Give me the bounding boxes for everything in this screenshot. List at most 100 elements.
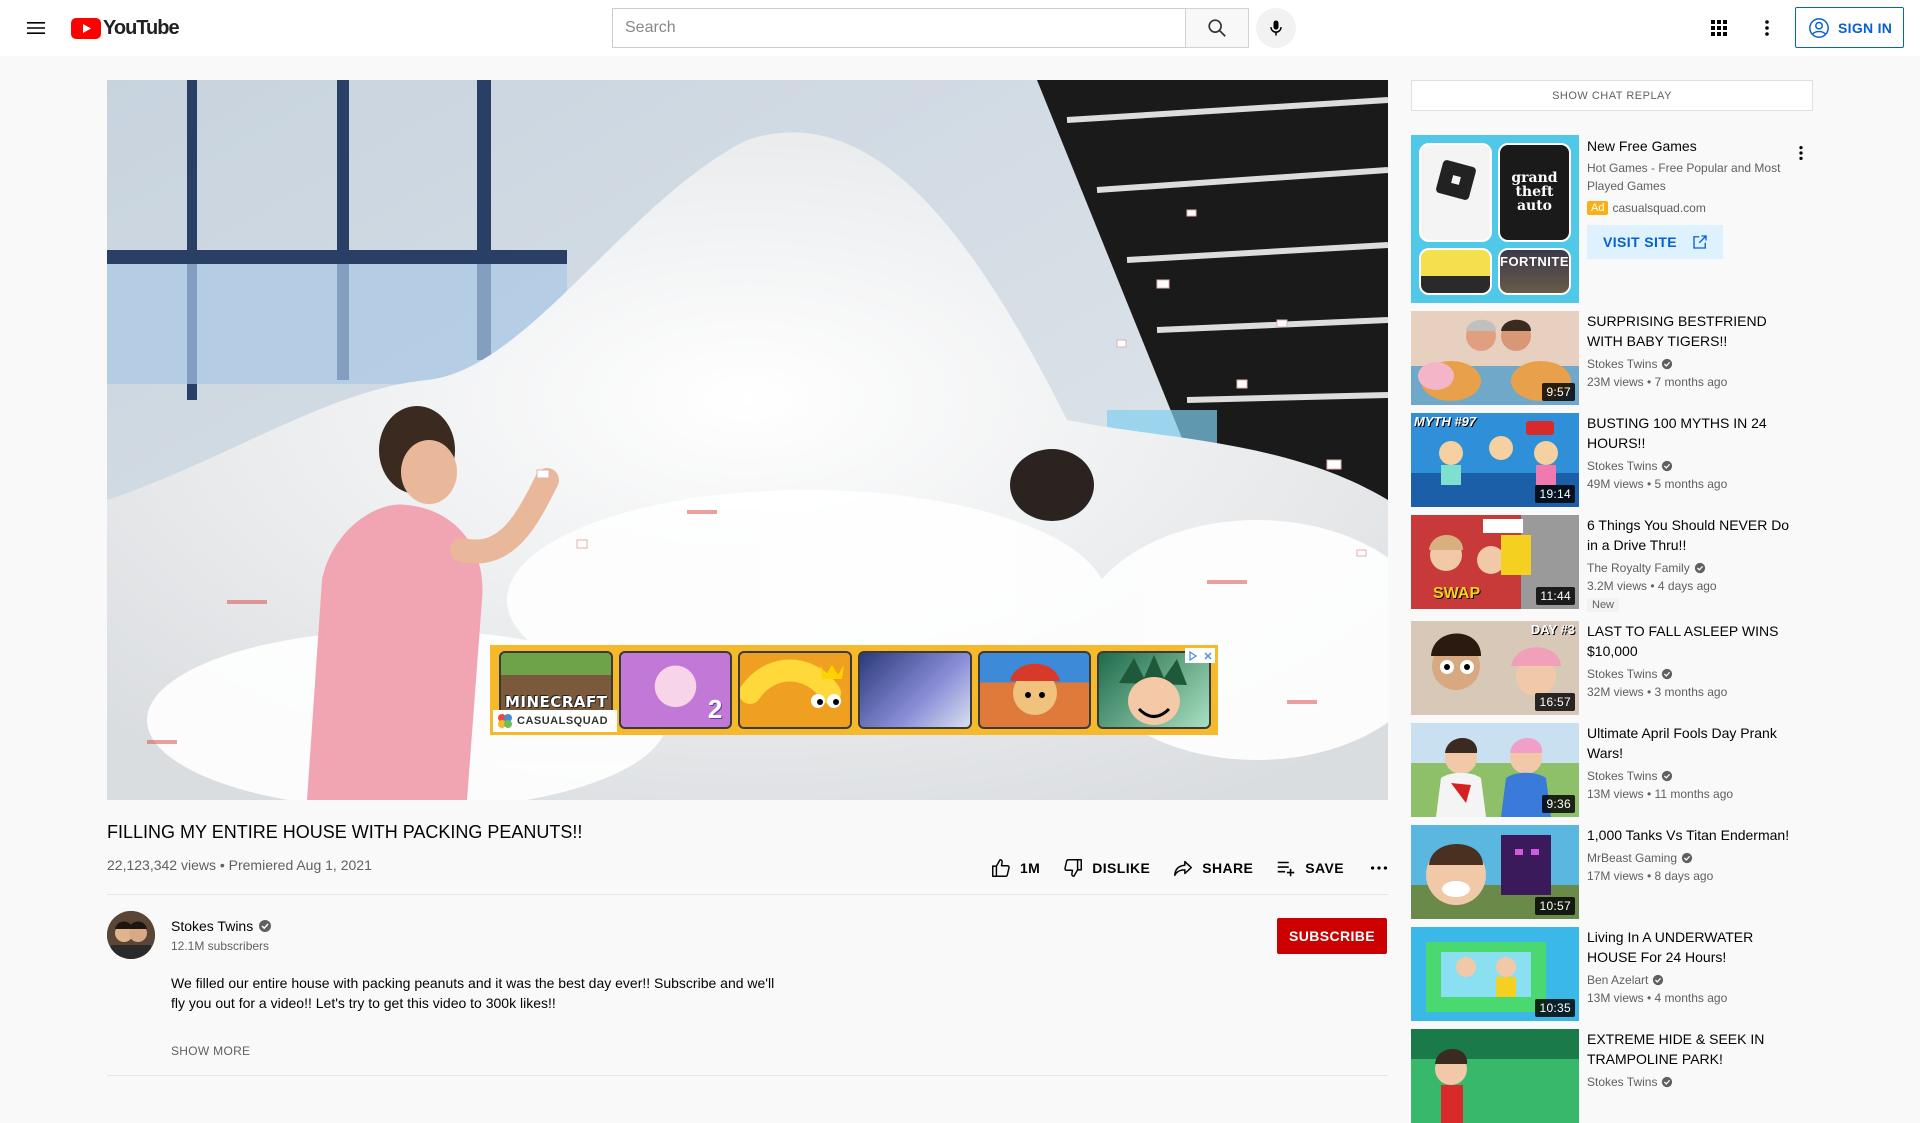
verified-badge-icon <box>1662 770 1673 782</box>
video-thumbnail[interactable]: MYTH #97 19:14 <box>1411 413 1579 507</box>
channel-name[interactable]: Stokes Twins <box>171 918 272 934</box>
recommended-video[interactable]: 10:57 1,000 Tanks Vs Titan Enderman! MrB… <box>1411 825 1813 919</box>
verified-badge-icon <box>1662 358 1673 370</box>
visit-site-button[interactable]: VISIT SITE <box>1587 225 1724 259</box>
recommended-video[interactable]: EXTREME HIDE & SEEK IN TRAMPOLINE PARK! … <box>1411 1029 1813 1123</box>
recommended-video[interactable]: 9:57 SURPRISING BESTFRIEND WITH BABY TIG… <box>1411 311 1813 405</box>
video-title[interactable]: 6 Things You Should NEVER Do in a Drive … <box>1587 515 1799 555</box>
video-thumbnail[interactable]: 10:57 <box>1411 825 1579 919</box>
video-title[interactable]: LAST TO FALL ASLEEP WINS $10,000 <box>1587 621 1799 661</box>
video-thumbnail[interactable]: DAY #3 16:57 <box>1411 621 1579 715</box>
channel-avatar[interactable] <box>107 911 155 959</box>
verified-badge-icon <box>1662 668 1673 680</box>
ad-tile-fantasy[interactable] <box>858 651 972 729</box>
recommended-video[interactable]: 9:36 Ultimate April Fools Day Prank Wars… <box>1411 723 1813 817</box>
channel-name[interactable]: Stokes Twins <box>1587 1073 1799 1091</box>
sign-in-button[interactable]: SIGN IN <box>1795 7 1904 48</box>
sidebar-ad-card[interactable]: grand theft auto FORTNITE New Free Games… <box>1411 135 1813 303</box>
settings-menu-button[interactable] <box>1751 12 1783 44</box>
channel-name[interactable]: MrBeast Gaming <box>1587 849 1799 867</box>
video-title[interactable]: Living In A UNDERWATER HOUSE For 24 Hour… <box>1587 927 1799 967</box>
share-button[interactable]: SHARE <box>1172 857 1253 879</box>
dislike-button[interactable]: DISLIKE <box>1062 857 1150 879</box>
video-duration: 10:35 <box>1535 999 1575 1017</box>
channel-name[interactable]: Stokes Twins <box>1587 355 1799 373</box>
recommended-video[interactable]: SWAP 11:44 6 Things You Should NEVER Do … <box>1411 515 1813 612</box>
video-thumbnail[interactable] <box>1411 1029 1579 1123</box>
video-meta: 49M views • 5 months ago <box>1587 477 1728 491</box>
channel-name[interactable]: Stokes Twins <box>1587 665 1799 683</box>
search-box <box>612 8 1185 48</box>
microphone-icon <box>1270 20 1282 36</box>
search-button[interactable] <box>1185 8 1249 48</box>
video-player[interactable]: MINECRAFT 2 CASUALSQUAD <box>107 80 1388 800</box>
channel-name[interactable]: Stokes Twins <box>1587 457 1799 475</box>
video-thumbnail[interactable]: 9:57 <box>1411 311 1579 405</box>
ad-tile-talking-angela[interactable]: 2 <box>618 651 733 729</box>
share-arrow-icon <box>1174 860 1193 877</box>
channel-name[interactable]: The Royalty Family <box>1587 559 1799 577</box>
video-duration: 9:57 <box>1542 383 1575 401</box>
subscribe-button[interactable]: SUBSCRIBE <box>1277 918 1387 954</box>
video-details: EXTREME HIDE & SEEK IN TRAMPOLINE PARK! … <box>1587 1029 1799 1091</box>
roblox-logo-icon <box>1436 160 1476 200</box>
apps-grid-icon <box>1711 20 1727 36</box>
account-circle-icon <box>1809 17 1829 38</box>
video-details: BUSTING 100 MYTHS IN 24 HOURS!! Stokes T… <box>1587 413 1799 493</box>
guide-menu-button[interactable] <box>20 12 52 44</box>
youtube-play-logo-icon <box>71 17 101 39</box>
video-title[interactable]: EXTREME HIDE & SEEK IN TRAMPOLINE PARK! <box>1587 1029 1799 1069</box>
like-count: 1M <box>1020 860 1041 876</box>
video-meta: 13M views • 4 months ago <box>1587 991 1728 1005</box>
video-thumbnail[interactable]: 9:36 <box>1411 723 1579 817</box>
snake-game-art <box>740 659 845 708</box>
video-details: LAST TO FALL ASLEEP WINS $10,000 Stokes … <box>1587 621 1799 701</box>
video-title[interactable]: SURPRISING BESTFRIEND WITH BABY TIGERS!! <box>1587 311 1799 351</box>
sidebar-ad-title[interactable]: New Free Games <box>1587 137 1787 155</box>
ad-close-controls[interactable] <box>1185 648 1215 663</box>
verified-badge-icon <box>259 920 272 932</box>
casualsquad-label: CASUALSQUAD <box>517 715 609 727</box>
save-button[interactable]: SAVE <box>1275 857 1344 879</box>
video-thumbnail[interactable]: SWAP 11:44 <box>1411 515 1579 609</box>
sidebar-ad-domain-row: Ad casualsquad.com <box>1587 201 1787 215</box>
channel-name-text: Stokes Twins <box>1587 667 1658 681</box>
fortnite-tile: FORTNITE <box>1498 247 1571 295</box>
channel-name[interactable]: Ben Azelart <box>1587 971 1799 989</box>
ad-tile-subway-surfers[interactable] <box>977 651 1092 729</box>
like-button[interactable]: 1M <box>990 857 1040 879</box>
masthead: YouTube SIGN IN <box>0 0 1920 56</box>
video-title[interactable]: Ultimate April Fools Day Prank Wars! <box>1587 723 1799 763</box>
video-title: FILLING MY ENTIRE HOUSE WITH PACKING PEA… <box>107 822 583 842</box>
video-title[interactable]: BUSTING 100 MYTHS IN 24 HOURS!! <box>1587 413 1799 453</box>
show-chat-replay-button[interactable]: SHOW CHAT REPLAY <box>1411 80 1813 111</box>
video-title[interactable]: 1,000 Tanks Vs Titan Enderman! <box>1587 825 1799 845</box>
video-thumbnail[interactable]: 10:35 <box>1411 927 1579 1021</box>
recommended-video[interactable]: DAY #3 16:57 LAST TO FALL ASLEEP WINS $1… <box>1411 621 1813 715</box>
ad-tile-snake[interactable] <box>738 651 853 729</box>
sidebar-ad-menu-button[interactable] <box>1789 141 1813 165</box>
runner-character-art <box>1009 663 1060 715</box>
description-divider <box>107 1075 1388 1076</box>
channel-name[interactable]: Stokes Twins <box>1587 767 1799 785</box>
video-meta: 32M views • 3 months ago <box>1587 685 1728 699</box>
thumbnail-image <box>1411 1029 1579 1123</box>
recommended-video[interactable]: 10:35 Living In A UNDERWATER HOUSE For 2… <box>1411 927 1813 1021</box>
share-label: SHARE <box>1202 860 1254 876</box>
search-input[interactable] <box>613 9 1185 47</box>
recommended-video[interactable]: MYTH #97 19:14 BUSTING 100 MYTHS IN 24 H… <box>1411 413 1813 507</box>
youtube-logo[interactable]: YouTube <box>71 17 180 39</box>
external-link-icon <box>1693 235 1707 249</box>
voice-search-button[interactable] <box>1256 8 1296 48</box>
apps-button[interactable] <box>1703 12 1735 44</box>
more-actions-button[interactable] <box>1368 857 1390 879</box>
video-meta: 3.2M views • 4 days ago <box>1587 579 1717 593</box>
video-meta: 23M views • 7 months ago <box>1587 375 1728 389</box>
subscriber-count: 12.1M subscribers <box>171 939 270 953</box>
sidebar-ad-description: Hot Games - Free Popular and Most Played… <box>1587 161 1781 193</box>
sidebar-ad-thumbnail[interactable]: grand theft auto FORTNITE <box>1411 135 1579 303</box>
overlay-ad-banner[interactable]: MINECRAFT 2 CASUALSQUAD <box>490 645 1218 735</box>
verified-badge-icon <box>1662 460 1673 472</box>
close-icon <box>1204 652 1211 659</box>
show-more-button[interactable]: SHOW MORE <box>171 1044 250 1058</box>
